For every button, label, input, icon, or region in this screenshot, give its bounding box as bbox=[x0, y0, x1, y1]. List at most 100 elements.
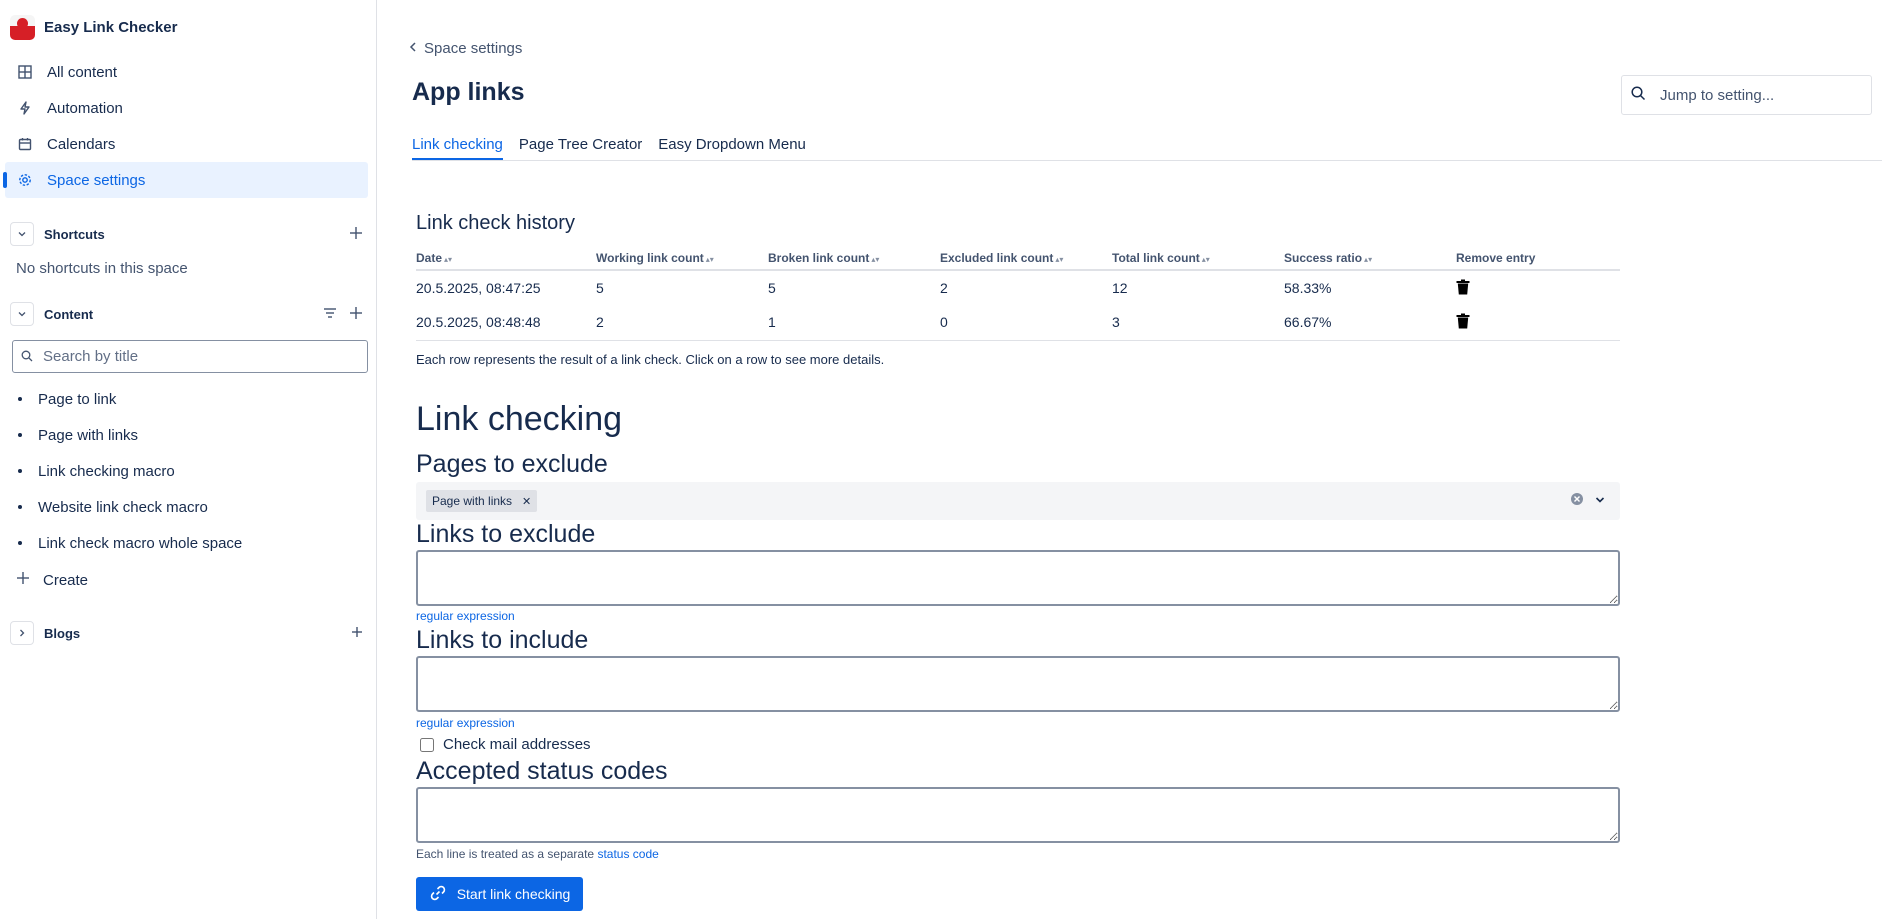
jump-to-setting-input[interactable] bbox=[1660, 86, 1860, 104]
trash-icon[interactable] bbox=[1456, 313, 1470, 332]
tree-item-label: Page to link bbox=[38, 390, 117, 408]
bullet-icon bbox=[18, 469, 22, 473]
search-icon bbox=[1631, 86, 1646, 104]
column-header-date[interactable]: Date ▴▾ bbox=[416, 246, 596, 271]
nav-item-label: Calendars bbox=[47, 135, 116, 153]
sidebar: Easy Link Checker All content Automation… bbox=[0, 0, 377, 919]
table-row[interactable]: 20.5.2025, 08:48:48 2 1 0 3 66.67% bbox=[416, 305, 1620, 341]
cell-broken: 1 bbox=[768, 305, 940, 341]
tab-page-tree-creator[interactable]: Page Tree Creator bbox=[519, 132, 642, 160]
calendar-icon bbox=[17, 136, 33, 152]
sort-icon: ▴▾ bbox=[1364, 254, 1373, 264]
filter-icon[interactable] bbox=[322, 305, 338, 324]
regular-expression-link[interactable]: regular expression bbox=[416, 716, 515, 730]
app-name: Easy Link Checker bbox=[44, 18, 178, 36]
column-header-excluded[interactable]: Excluded link count ▴▾ bbox=[940, 246, 1112, 271]
tree-item-website-link-check-macro[interactable]: Website link check macro bbox=[18, 492, 208, 522]
shortcuts-section-header: Shortcuts bbox=[10, 221, 368, 247]
search-icon bbox=[21, 349, 33, 365]
shortcuts-empty-text: No shortcuts in this space bbox=[16, 260, 188, 277]
chip-label: Page with links bbox=[432, 494, 513, 508]
sort-icon: ▴▾ bbox=[1201, 254, 1210, 264]
cell-working: 5 bbox=[596, 280, 604, 296]
nav-item-space-settings[interactable]: Space settings bbox=[3, 162, 368, 198]
cell-total: 3 bbox=[1112, 305, 1284, 341]
cell-date: 20.5.2025, 08:47:25 bbox=[416, 280, 541, 296]
cell-date: 20.5.2025, 08:48:48 bbox=[416, 305, 596, 341]
cell-total: 12 bbox=[1112, 280, 1128, 296]
links-to-include-textarea[interactable] bbox=[416, 656, 1620, 712]
tree-item-label: Link check macro whole space bbox=[38, 534, 243, 552]
regular-expression-link[interactable]: regular expression bbox=[416, 609, 515, 623]
links-to-exclude-textarea[interactable] bbox=[416, 550, 1620, 606]
column-header-success-ratio[interactable]: Success ratio ▴▾ bbox=[1284, 246, 1456, 271]
bullet-icon bbox=[18, 433, 22, 437]
link-checking-heading: Link checking bbox=[416, 400, 623, 438]
trash-icon[interactable] bbox=[1456, 279, 1470, 298]
nav-item-label: Space settings bbox=[47, 171, 146, 189]
chevron-down-icon[interactable] bbox=[10, 302, 34, 326]
sort-icon: ▴▾ bbox=[1055, 254, 1064, 264]
tree-item-link-check-macro-whole-space[interactable]: Link check macro whole space bbox=[18, 528, 242, 558]
nav-item-label: All content bbox=[47, 63, 118, 81]
chevron-down-icon[interactable] bbox=[10, 222, 34, 246]
sort-icon: ▴▾ bbox=[444, 254, 453, 264]
chevron-down-icon[interactable] bbox=[1594, 493, 1606, 509]
cell-excluded: 0 bbox=[940, 305, 1112, 341]
sort-icon: ▴▾ bbox=[705, 254, 714, 264]
pages-to-exclude-select[interactable]: Page with links ✕ bbox=[416, 482, 1620, 520]
back-to-space-settings-link[interactable]: Space settings bbox=[408, 40, 522, 57]
start-link-checking-button[interactable]: Start link checking bbox=[416, 877, 583, 911]
tree-item-link-checking-macro[interactable]: Link checking macro bbox=[18, 456, 175, 486]
chevron-right-icon[interactable] bbox=[10, 621, 34, 645]
bullet-icon bbox=[18, 505, 22, 509]
gear-icon bbox=[17, 172, 33, 188]
cell-broken: 5 bbox=[768, 280, 776, 296]
tree-item-label: Page with links bbox=[38, 426, 139, 444]
links-to-include-label: Links to include bbox=[416, 626, 589, 654]
search-by-title-input[interactable] bbox=[43, 348, 343, 365]
accepted-status-codes-textarea[interactable] bbox=[416, 787, 1620, 843]
page-title: App links bbox=[412, 78, 525, 106]
brand[interactable]: Easy Link Checker bbox=[10, 14, 177, 40]
tree-item-page-to-link[interactable]: Page to link bbox=[18, 384, 116, 414]
tab-easy-dropdown-menu[interactable]: Easy Dropdown Menu bbox=[658, 132, 806, 160]
blogs-section-header: Blogs bbox=[10, 620, 368, 646]
add-blog-icon[interactable] bbox=[350, 625, 364, 642]
plus-icon bbox=[15, 570, 31, 590]
check-mail-addresses-checkbox[interactable] bbox=[420, 737, 434, 752]
remove-chip-icon[interactable]: ✕ bbox=[522, 495, 531, 508]
status-codes-helper-text: Each line is treated as a separate bbox=[416, 847, 595, 861]
lightning-icon bbox=[17, 100, 33, 116]
cell-success-ratio: 58.33% bbox=[1284, 280, 1332, 296]
create-label: Create bbox=[43, 571, 89, 589]
cell-working: 2 bbox=[596, 305, 768, 341]
tree-item-page-with-links[interactable]: Page with links bbox=[18, 420, 138, 450]
jump-to-setting-search bbox=[1621, 75, 1872, 115]
add-shortcut-icon[interactable] bbox=[348, 225, 364, 244]
status-code-link[interactable]: status code bbox=[597, 847, 658, 861]
sort-icon: ▴▾ bbox=[871, 254, 880, 264]
check-mail-addresses-row[interactable]: Check mail addresses bbox=[420, 736, 591, 753]
column-header-broken[interactable]: Broken link count ▴▾ bbox=[768, 246, 940, 271]
nav-item-all-content[interactable]: All content bbox=[5, 54, 368, 90]
table-row[interactable]: 20.5.2025, 08:47:25 5 5 2 12 58.33% bbox=[416, 270, 1620, 305]
add-content-icon[interactable] bbox=[348, 305, 364, 324]
content-title: Content bbox=[44, 306, 94, 322]
back-link-label: Space settings bbox=[424, 40, 523, 57]
nav-item-label: Automation bbox=[47, 99, 123, 117]
clear-selection-icon[interactable] bbox=[1570, 492, 1584, 509]
nav-item-calendars[interactable]: Calendars bbox=[5, 126, 368, 162]
accepted-status-codes-label: Accepted status codes bbox=[416, 757, 668, 785]
blogs-title: Blogs bbox=[44, 625, 81, 641]
column-header-working[interactable]: Working link count ▴▾ bbox=[596, 246, 768, 271]
check-mail-addresses-label: Check mail addresses bbox=[443, 736, 591, 753]
column-header-total[interactable]: Total link count ▴▾ bbox=[1112, 246, 1284, 271]
content-section-header: Content bbox=[10, 301, 368, 327]
cell-success-ratio: 66.67% bbox=[1284, 305, 1456, 341]
nav-item-automation[interactable]: Automation bbox=[5, 90, 368, 126]
tree-item-label: Link checking macro bbox=[38, 462, 175, 480]
bullet-icon bbox=[18, 397, 22, 401]
tab-link-checking[interactable]: Link checking bbox=[412, 132, 503, 160]
create-page-button[interactable]: Create bbox=[15, 565, 88, 595]
